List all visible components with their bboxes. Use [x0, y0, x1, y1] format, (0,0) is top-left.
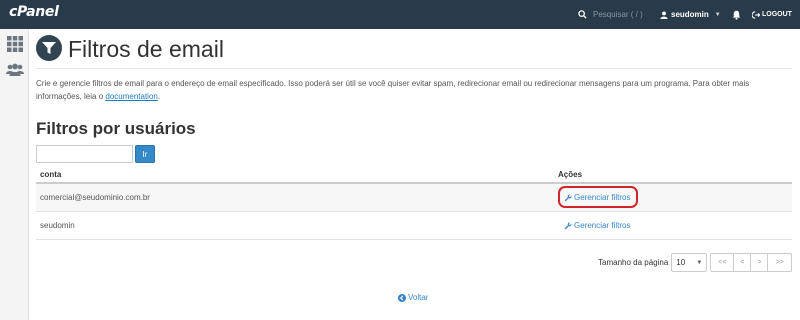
- notifications-button[interactable]: [726, 0, 746, 29]
- search-placeholder: Pesquisar ( / ): [593, 10, 643, 19]
- global-search[interactable]: Pesquisar ( / ): [568, 0, 650, 29]
- logout-label: LOGOUT: [762, 11, 792, 18]
- grid-icon: [7, 36, 23, 52]
- manage-filters-link[interactable]: Gerenciar filtros: [564, 193, 630, 202]
- manage-filters-label: Gerenciar filtros: [574, 221, 631, 230]
- email-filter-icon: [36, 35, 62, 61]
- table-row: comercial@seudominio.com.br Gerenciar fi…: [36, 184, 792, 212]
- page-title: Filtros de email: [68, 36, 224, 62]
- previous-page-button[interactable]: <: [734, 253, 752, 272]
- bell-icon: [732, 10, 740, 20]
- back-link[interactable]: Voltar: [398, 293, 428, 302]
- page-size-value: 10: [676, 258, 686, 267]
- cpanel-logo[interactable]: cPanel: [9, 4, 59, 20]
- wrench-icon: [564, 222, 572, 229]
- sidebar: [0, 29, 29, 320]
- page-size-select[interactable]: 10 ▼: [671, 253, 708, 272]
- first-page-button[interactable]: <<: [710, 253, 735, 272]
- section-title: Filtros por usuários: [36, 119, 196, 138]
- account-cell: comercial@seudominio.com.br: [40, 193, 150, 202]
- search-icon: [578, 10, 587, 19]
- description-end: .: [157, 92, 161, 101]
- last-page-button[interactable]: >>: [768, 253, 793, 272]
- username: seudomin: [671, 10, 709, 19]
- page-description: Crie e gerencie filtros de email para o …: [36, 77, 788, 103]
- logout-icon: [752, 10, 760, 19]
- pagination: Tamanho da página 10 ▼ << < > >>: [598, 253, 793, 272]
- table-row: seudomin Gerenciar filtros: [36, 212, 792, 240]
- page-size-label: Tamanho da página: [598, 258, 669, 267]
- logout-button[interactable]: LOGOUT: [752, 0, 800, 29]
- header-divider: [36, 68, 792, 69]
- user-search-input[interactable]: [36, 145, 133, 163]
- column-header-account[interactable]: conta: [40, 170, 61, 179]
- table-header: conta Ações: [36, 165, 792, 184]
- wrench-icon: [564, 194, 572, 201]
- top-navbar: cPanel Pesquisar ( / ) seudomin ▼ LOGOUT: [0, 0, 800, 29]
- column-header-actions: Ações: [558, 170, 583, 179]
- users-icon: [6, 63, 24, 76]
- next-page-button[interactable]: >: [751, 253, 769, 272]
- manage-filters-link[interactable]: Gerenciar filtros: [564, 221, 630, 230]
- caret-down-icon: ▼: [696, 259, 703, 266]
- documentation-link[interactable]: documentation: [105, 92, 157, 101]
- account-cell: seudomin: [40, 221, 75, 230]
- manage-filters-label: Gerenciar filtros: [574, 193, 631, 202]
- go-button[interactable]: Ir: [135, 145, 155, 163]
- sidebar-item-home[interactable]: [4, 33, 26, 55]
- user-menu[interactable]: seudomin ▼: [652, 0, 722, 29]
- sidebar-item-users[interactable]: [4, 59, 26, 81]
- funnel-icon: [42, 42, 56, 54]
- back-arrow-icon: [398, 293, 406, 302]
- chevron-down-icon: ▼: [714, 11, 721, 18]
- users-table: conta Ações comercial@seudominio.com.br …: [36, 165, 792, 240]
- user-icon: [660, 10, 668, 19]
- back-label: Voltar: [408, 293, 429, 302]
